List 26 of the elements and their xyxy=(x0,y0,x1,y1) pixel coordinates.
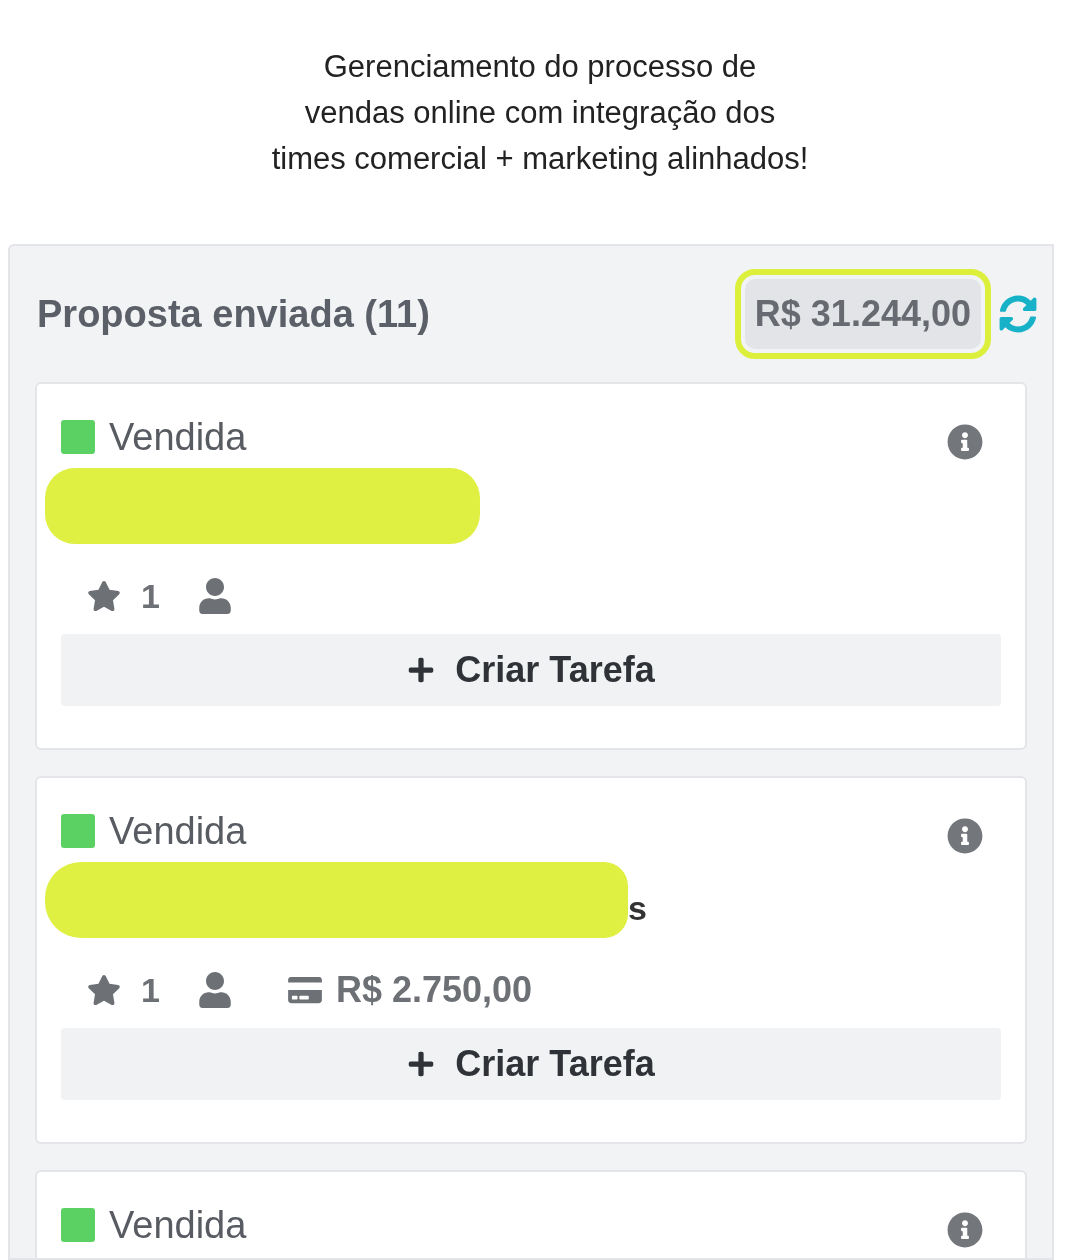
info-icon[interactable] xyxy=(947,1212,983,1248)
plus-icon xyxy=(407,1050,436,1078)
rating-count: 1 xyxy=(141,969,160,1011)
plus-icon xyxy=(407,656,436,684)
user-icon xyxy=(197,972,232,1008)
credit-card-icon xyxy=(287,975,322,1005)
total-amount: R$ 31.244,00 xyxy=(744,279,981,349)
info-icon[interactable] xyxy=(947,818,983,854)
star-icon xyxy=(87,579,121,613)
deal-name: s xyxy=(628,888,647,928)
create-task-button[interactable]: Criar Tarefa xyxy=(61,1028,1001,1100)
deal-amount: R$ 2.750,00 xyxy=(335,968,533,1012)
star-icon xyxy=(87,973,121,1007)
caption-text: Gerenciamento do processo de vendas online com integração dos times comercial + marketing alinhados! xyxy=(270,48,810,178)
deal-card[interactable]: Vendida xyxy=(35,1170,1027,1258)
info-icon[interactable] xyxy=(947,424,983,460)
status-label: Vendida xyxy=(109,415,247,459)
refresh-icon[interactable] xyxy=(999,295,1037,333)
deal-card[interactable]: Vendida 1 Criar Tarefa xyxy=(35,382,1027,750)
create-task-button[interactable]: Criar Tarefa xyxy=(61,634,1001,706)
deal-card[interactable]: Vendida s 1 R$ 2.750,00 Criar Tarefa xyxy=(35,776,1027,1144)
status-label: Vendida xyxy=(109,1203,247,1247)
status-label: Vendida xyxy=(109,809,247,853)
column-title: Proposta enviada (11) xyxy=(37,291,430,337)
user-icon xyxy=(197,578,232,614)
rating-count: 1 xyxy=(141,575,160,617)
